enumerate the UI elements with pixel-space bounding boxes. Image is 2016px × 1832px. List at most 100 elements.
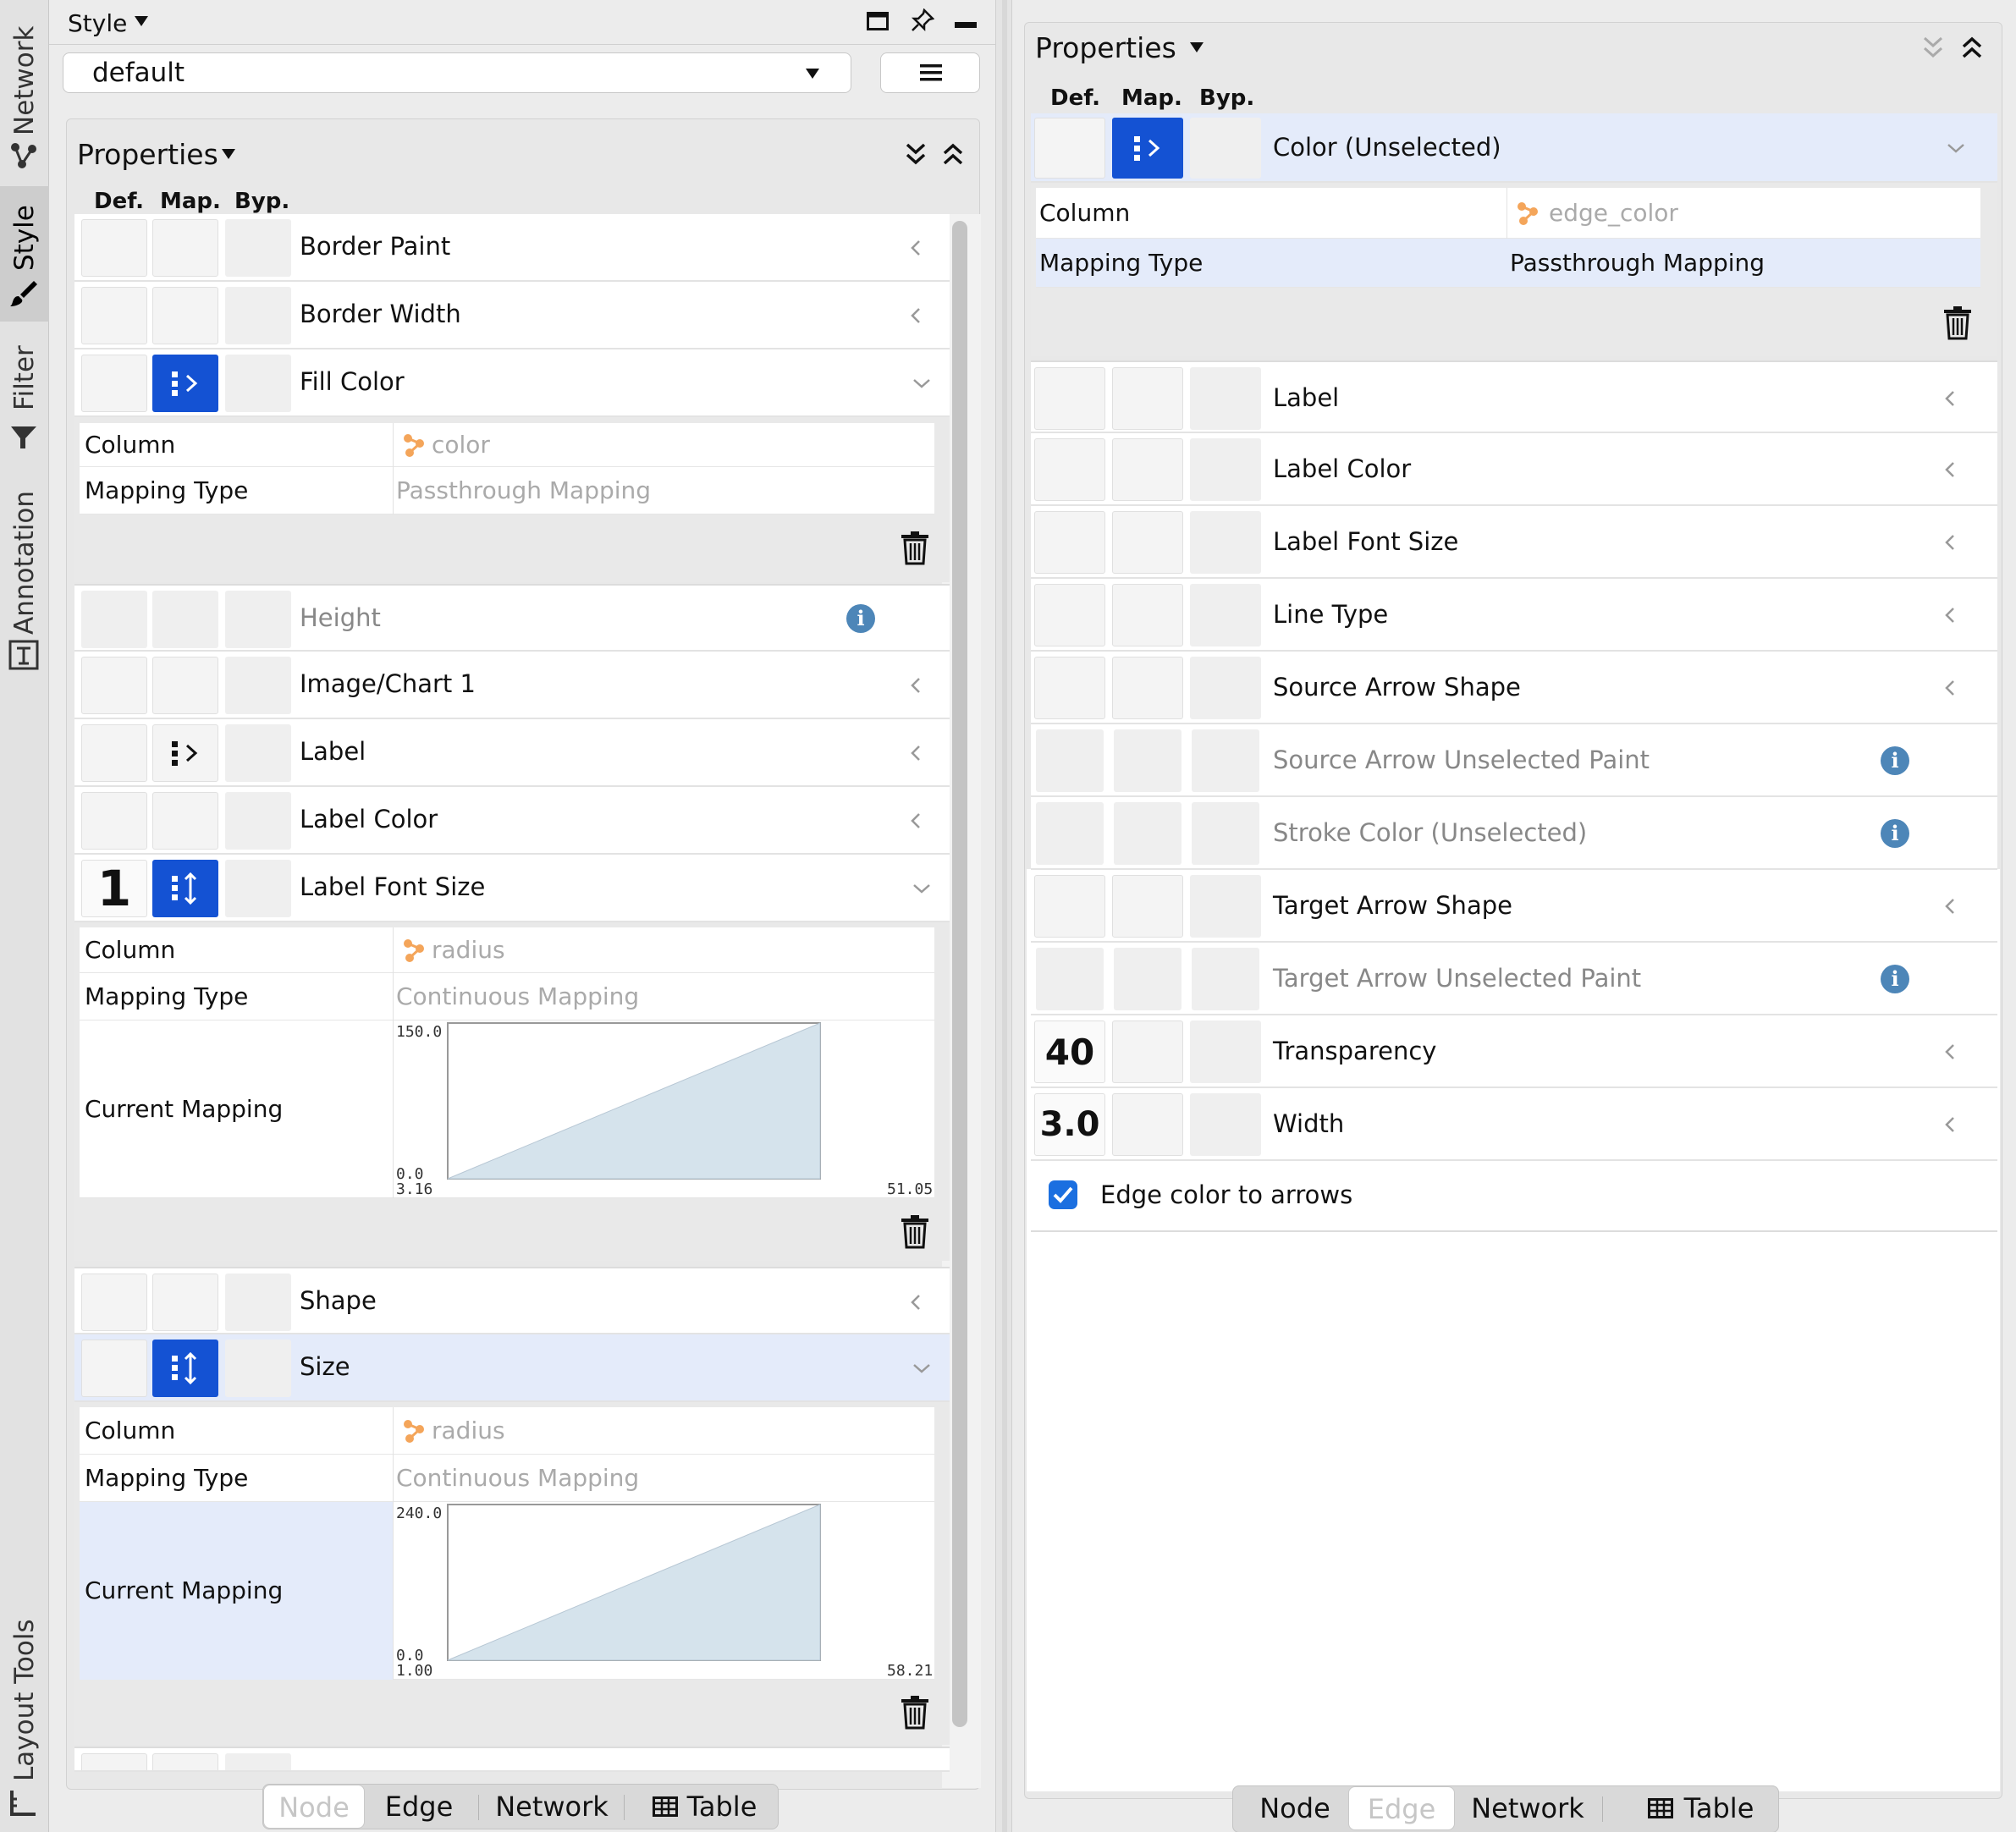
default-value-cell[interactable]	[81, 219, 147, 277]
mapping-cell[interactable]	[1112, 1021, 1183, 1083]
tab-node[interactable]: Node	[263, 1785, 365, 1829]
mapping-cell[interactable]	[1112, 875, 1183, 938]
property-row-width[interactable]: 3.0 Width	[1031, 1088, 1997, 1161]
mapping-cell[interactable]	[152, 1753, 218, 1770]
tab-annotation[interactable]: Annotation	[0, 474, 49, 677]
tab-edge[interactable]: Edge	[368, 1785, 470, 1829]
property-row-fill-color[interactable]: Fill Color	[74, 349, 950, 417]
info-icon[interactable]: i	[1881, 746, 1909, 775]
mapping-cell[interactable]	[1112, 657, 1183, 719]
continuous-mapping-chart[interactable]	[447, 1022, 821, 1180]
bypass-cell[interactable]	[225, 792, 291, 850]
edge-color-to-arrows-label[interactable]: Edge color to arrows	[1100, 1178, 1352, 1212]
bypass-cell[interactable]	[225, 219, 291, 277]
property-row-label-font-size[interactable]: Label Font Size	[1031, 506, 1997, 579]
trash-icon[interactable]	[901, 1696, 929, 1730]
property-row-image-chart-1[interactable]: Image/Chart 1	[74, 652, 950, 719]
maximize-icon[interactable]	[867, 12, 889, 30]
default-value-cell[interactable]	[81, 724, 147, 782]
property-row-border-width[interactable]: Border Width	[74, 282, 950, 349]
bypass-cell[interactable]	[225, 355, 291, 412]
default-value-cell[interactable]: 1	[81, 860, 147, 917]
mapping-cell[interactable]	[1112, 511, 1183, 574]
property-row-shape[interactable]: Shape	[74, 1267, 950, 1334]
style-options-menu-button[interactable]	[880, 52, 980, 93]
default-value-cell[interactable]	[1034, 438, 1105, 501]
tab-layout-tools[interactable]: Layout Tools	[0, 1608, 49, 1832]
mapping-cell[interactable]	[1112, 1093, 1183, 1156]
chevron-down-icon[interactable]	[909, 876, 934, 901]
properties-dropdown-icon[interactable]	[1189, 41, 1204, 53]
chevron-left-icon[interactable]	[1938, 894, 1964, 919]
panel-title-dropdown-icon[interactable]	[134, 15, 149, 27]
minimize-icon[interactable]	[955, 22, 977, 29]
mapping-cell[interactable]	[1112, 118, 1183, 179]
mapping-cell[interactable]	[152, 287, 218, 344]
bypass-cell[interactable]	[225, 1340, 291, 1397]
mapping-column-row[interactable]: Column color	[80, 423, 934, 467]
tab-filter[interactable]: Filter	[0, 330, 49, 465]
default-value-cell[interactable]: 40	[1034, 1021, 1105, 1083]
tab-network[interactable]: Network	[488, 1785, 615, 1829]
collapse-all-icon[interactable]	[1961, 35, 1983, 60]
property-row-target-arrow-shape[interactable]: Target Arrow Shape	[1031, 870, 1997, 943]
chevron-left-icon[interactable]	[904, 673, 929, 698]
trash-icon[interactable]	[901, 531, 929, 565]
property-row-partial[interactable]	[74, 1747, 950, 1772]
trash-icon[interactable]	[1943, 306, 1972, 340]
property-row-label-color[interactable]: Label Color	[74, 787, 950, 855]
tab-edge[interactable]: Edge	[1348, 1786, 1455, 1830]
tab-node[interactable]: Node	[1245, 1786, 1345, 1830]
chevron-left-icon[interactable]	[904, 1290, 929, 1315]
chevron-left-icon[interactable]	[904, 303, 929, 328]
bypass-cell[interactable]	[1190, 657, 1261, 719]
chevron-left-icon[interactable]	[1938, 1112, 1964, 1137]
property-row-color-unselected[interactable]: Color (Unselected)	[1031, 113, 1997, 183]
current-mapping-row[interactable]: Current Mapping 240.0 0.0 1.00 58.21	[80, 1502, 934, 1680]
mapping-cell[interactable]	[152, 792, 218, 850]
bypass-cell[interactable]	[1190, 118, 1261, 179]
default-value-cell[interactable]	[81, 355, 147, 412]
tab-table[interactable]: Table	[681, 1785, 763, 1829]
mapping-cell[interactable]	[152, 1274, 218, 1331]
chevron-left-icon[interactable]	[1938, 530, 1964, 555]
properties-dropdown-icon[interactable]	[221, 148, 236, 160]
default-value-cell[interactable]	[81, 1340, 147, 1397]
info-icon[interactable]: i	[1881, 819, 1909, 848]
bypass-cell[interactable]	[225, 724, 291, 782]
edge-color-to-arrows-checkbox[interactable]	[1048, 1180, 1078, 1210]
default-value-cell[interactable]	[81, 1753, 147, 1770]
chevron-left-icon[interactable]	[1938, 386, 1964, 411]
default-value-cell[interactable]	[1034, 511, 1105, 574]
property-row-line-type[interactable]: Line Type	[1031, 579, 1997, 652]
chevron-left-icon[interactable]	[904, 740, 929, 766]
bypass-cell[interactable]	[1190, 367, 1261, 430]
mapping-cell[interactable]	[152, 860, 218, 917]
bypass-cell[interactable]	[225, 1274, 291, 1331]
property-row-transparency[interactable]: 40 Transparency	[1031, 1015, 1997, 1088]
chevron-left-icon[interactable]	[904, 235, 929, 261]
current-mapping-row[interactable]: Current Mapping 150.0 0.0 3.16 51.05	[80, 1021, 934, 1198]
property-row-label-color[interactable]: Label Color	[1031, 433, 1997, 506]
default-value-cell[interactable]	[1034, 367, 1105, 430]
info-icon[interactable]: i	[846, 604, 875, 633]
panel-divider[interactable]	[995, 0, 1012, 1832]
tab-network[interactable]: Network	[0, 0, 49, 182]
mapping-cell[interactable]	[152, 724, 218, 782]
default-value-cell[interactable]	[81, 657, 147, 714]
expand-all-icon[interactable]	[905, 141, 927, 167]
tab-style[interactable]: Style	[0, 186, 49, 322]
property-row-label-font-size[interactable]: 1 Label Font Size	[74, 855, 950, 922]
bypass-cell[interactable]	[225, 287, 291, 344]
bypass-cell[interactable]	[1190, 584, 1261, 646]
chevron-down-icon[interactable]	[909, 371, 934, 396]
mapping-column-row[interactable]: Column radius	[80, 1407, 934, 1455]
tab-table[interactable]: Table	[1677, 1786, 1761, 1830]
chevron-left-icon[interactable]	[1938, 1039, 1964, 1065]
bypass-cell[interactable]	[225, 657, 291, 714]
chevron-left-icon[interactable]	[904, 808, 929, 833]
property-row-label[interactable]: Label	[1031, 360, 1997, 433]
style-selector[interactable]: default	[63, 52, 851, 93]
mapping-cell[interactable]	[1112, 367, 1183, 430]
default-value-cell[interactable]	[1034, 657, 1105, 719]
